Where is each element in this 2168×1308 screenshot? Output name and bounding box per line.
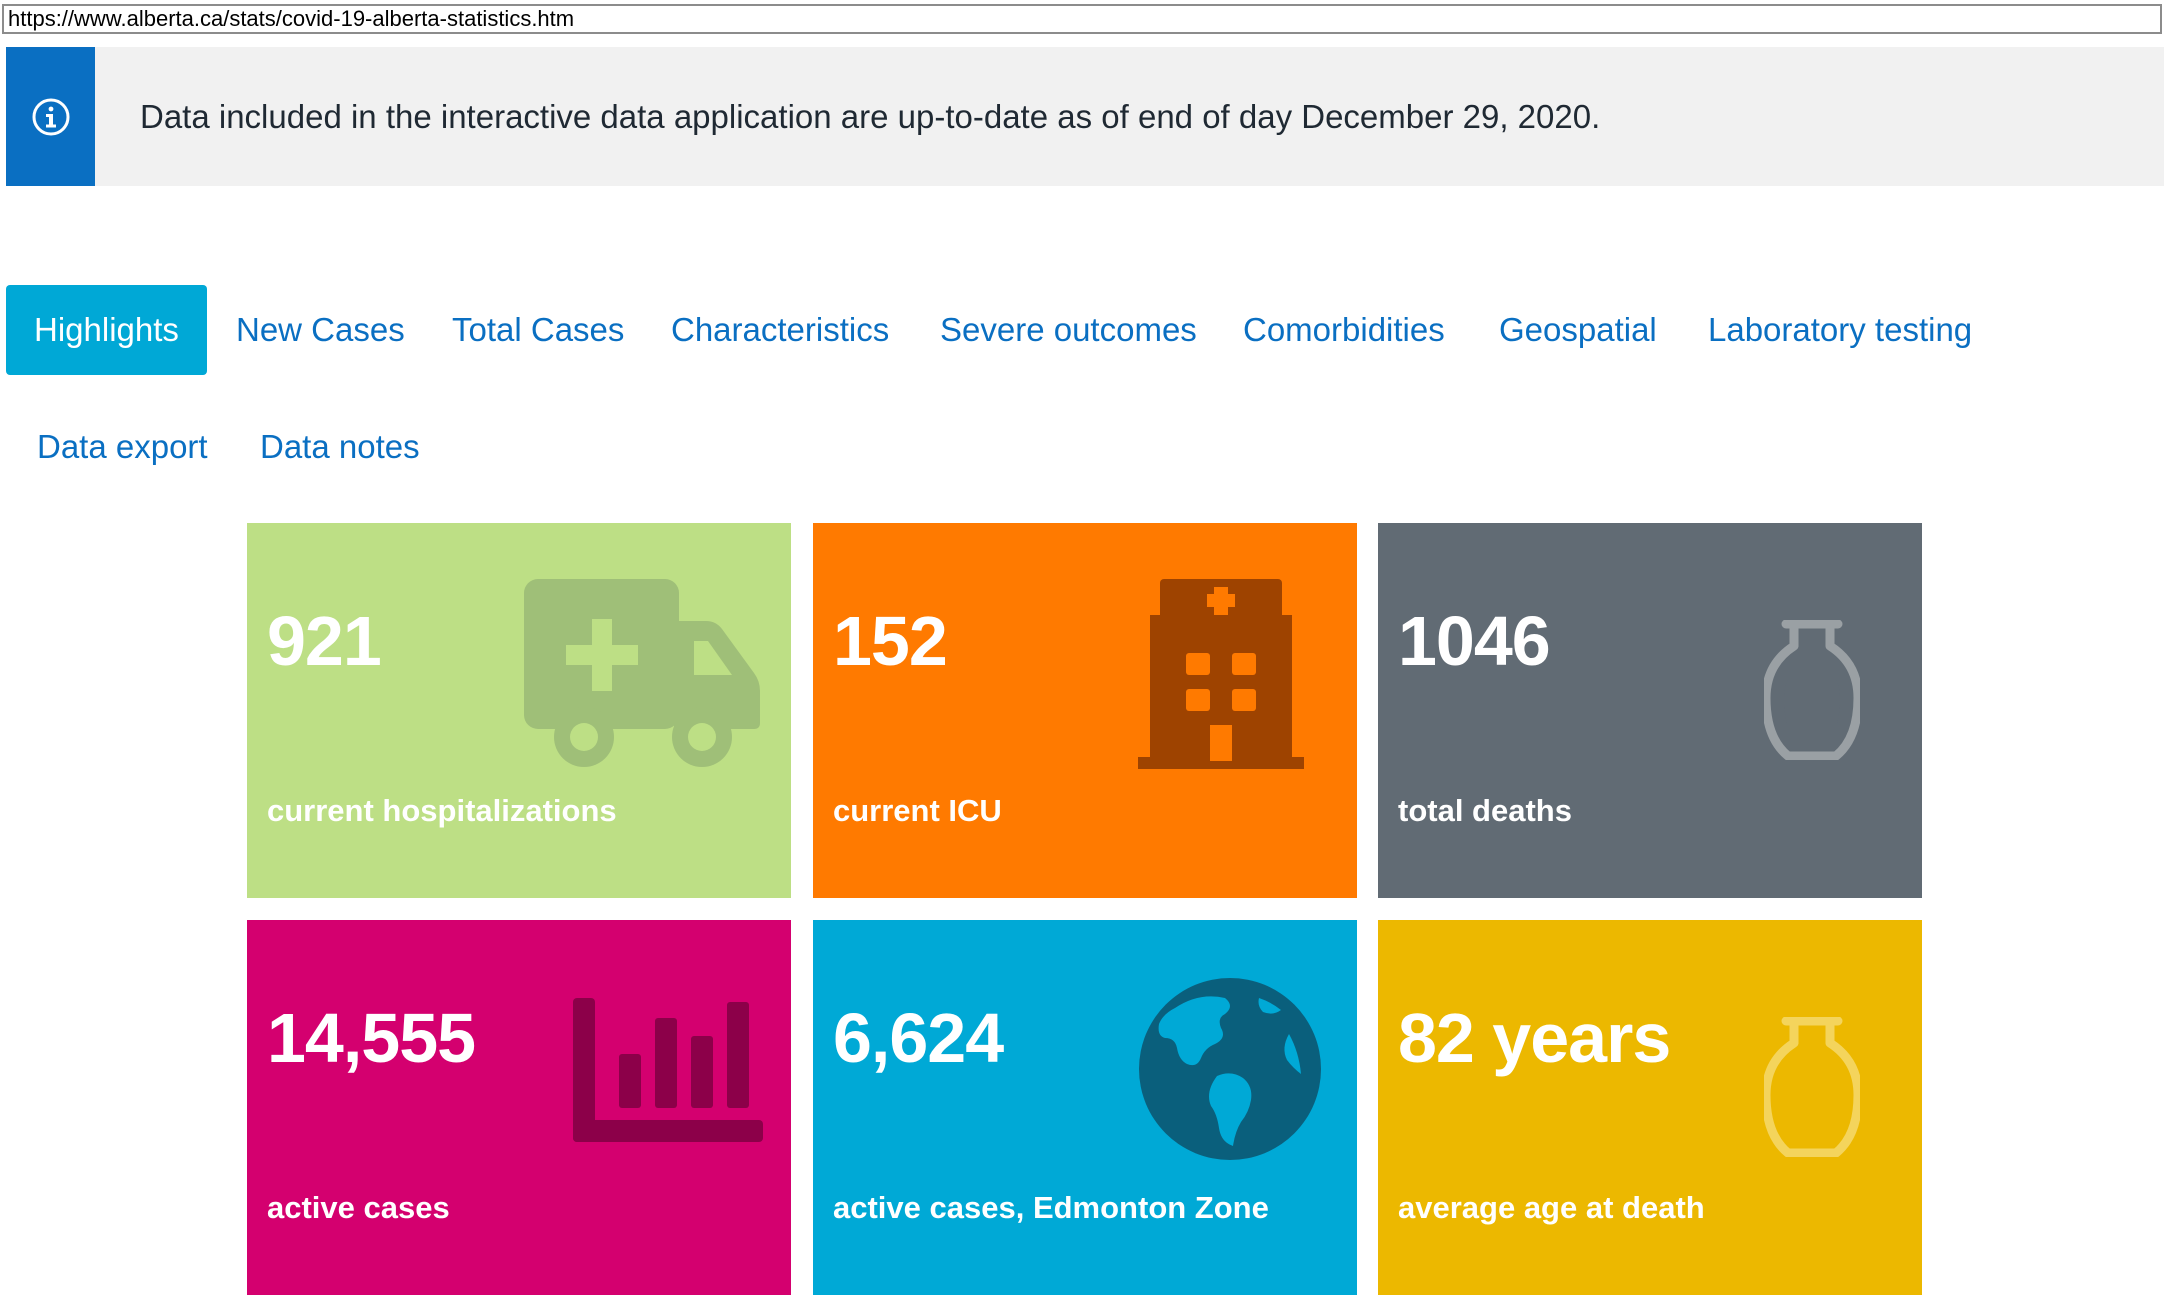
tile-label: active cases, Edmonton Zone: [833, 1190, 1269, 1225]
info-notice: Data included in the interactive data ap…: [6, 47, 2164, 186]
tab-highlights[interactable]: Highlights: [6, 285, 207, 375]
tile-label: current ICU: [833, 793, 1002, 828]
tile-label: active cases: [267, 1190, 450, 1225]
tile-average-age-at-death: 82 years average age at death: [1378, 920, 1922, 1295]
globe-icon: [1139, 978, 1321, 1160]
tile-value: 921: [267, 602, 382, 680]
notice-text: Data included in the interactive data ap…: [140, 98, 1601, 135]
tab-geospatial[interactable]: Geospatial: [1499, 285, 1657, 375]
tile-value: 14,555: [267, 999, 476, 1077]
tile-value: 6,624: [833, 999, 1004, 1077]
urn-icon: [1764, 1017, 1860, 1157]
tile-active-cases-edmonton: 6,624 active cases, Edmonton Zone: [813, 920, 1357, 1295]
tile-current-hospitalizations: 921 current hospitalizations: [247, 523, 791, 898]
bar-chart-icon: [573, 998, 763, 1142]
tab-new-cases[interactable]: New Cases: [236, 285, 405, 375]
tile-total-deaths: 1046 total deaths: [1378, 523, 1922, 898]
tab-data-notes[interactable]: Data notes: [260, 402, 420, 492]
tile-label: average age at death: [1398, 1190, 1705, 1225]
tile-label: current hospitalizations: [267, 793, 617, 828]
urn-icon: [1764, 620, 1860, 760]
tab-comorbidities[interactable]: Comorbidities: [1243, 285, 1445, 375]
info-icon: [6, 47, 95, 186]
tile-label: total deaths: [1398, 793, 1572, 828]
tab-laboratory-testing[interactable]: Laboratory testing: [1708, 285, 1972, 375]
tile-value: 152: [833, 602, 948, 680]
tab-characteristics[interactable]: Characteristics: [671, 285, 889, 375]
tile-value: 82 years: [1398, 999, 1671, 1077]
hospital-icon: [1138, 579, 1304, 769]
ambulance-icon: [524, 579, 760, 767]
tab-data-export[interactable]: Data export: [37, 402, 208, 492]
tile-value: 1046: [1398, 602, 1551, 680]
tab-severe-outcomes[interactable]: Severe outcomes: [940, 285, 1197, 375]
tile-current-icu: 152 current ICU: [813, 523, 1357, 898]
tab-total-cases[interactable]: Total Cases: [452, 285, 624, 375]
address-bar[interactable]: https://www.alberta.ca/stats/covid-19-al…: [2, 4, 2162, 34]
tile-active-cases: 14,555 active cases: [247, 920, 791, 1295]
